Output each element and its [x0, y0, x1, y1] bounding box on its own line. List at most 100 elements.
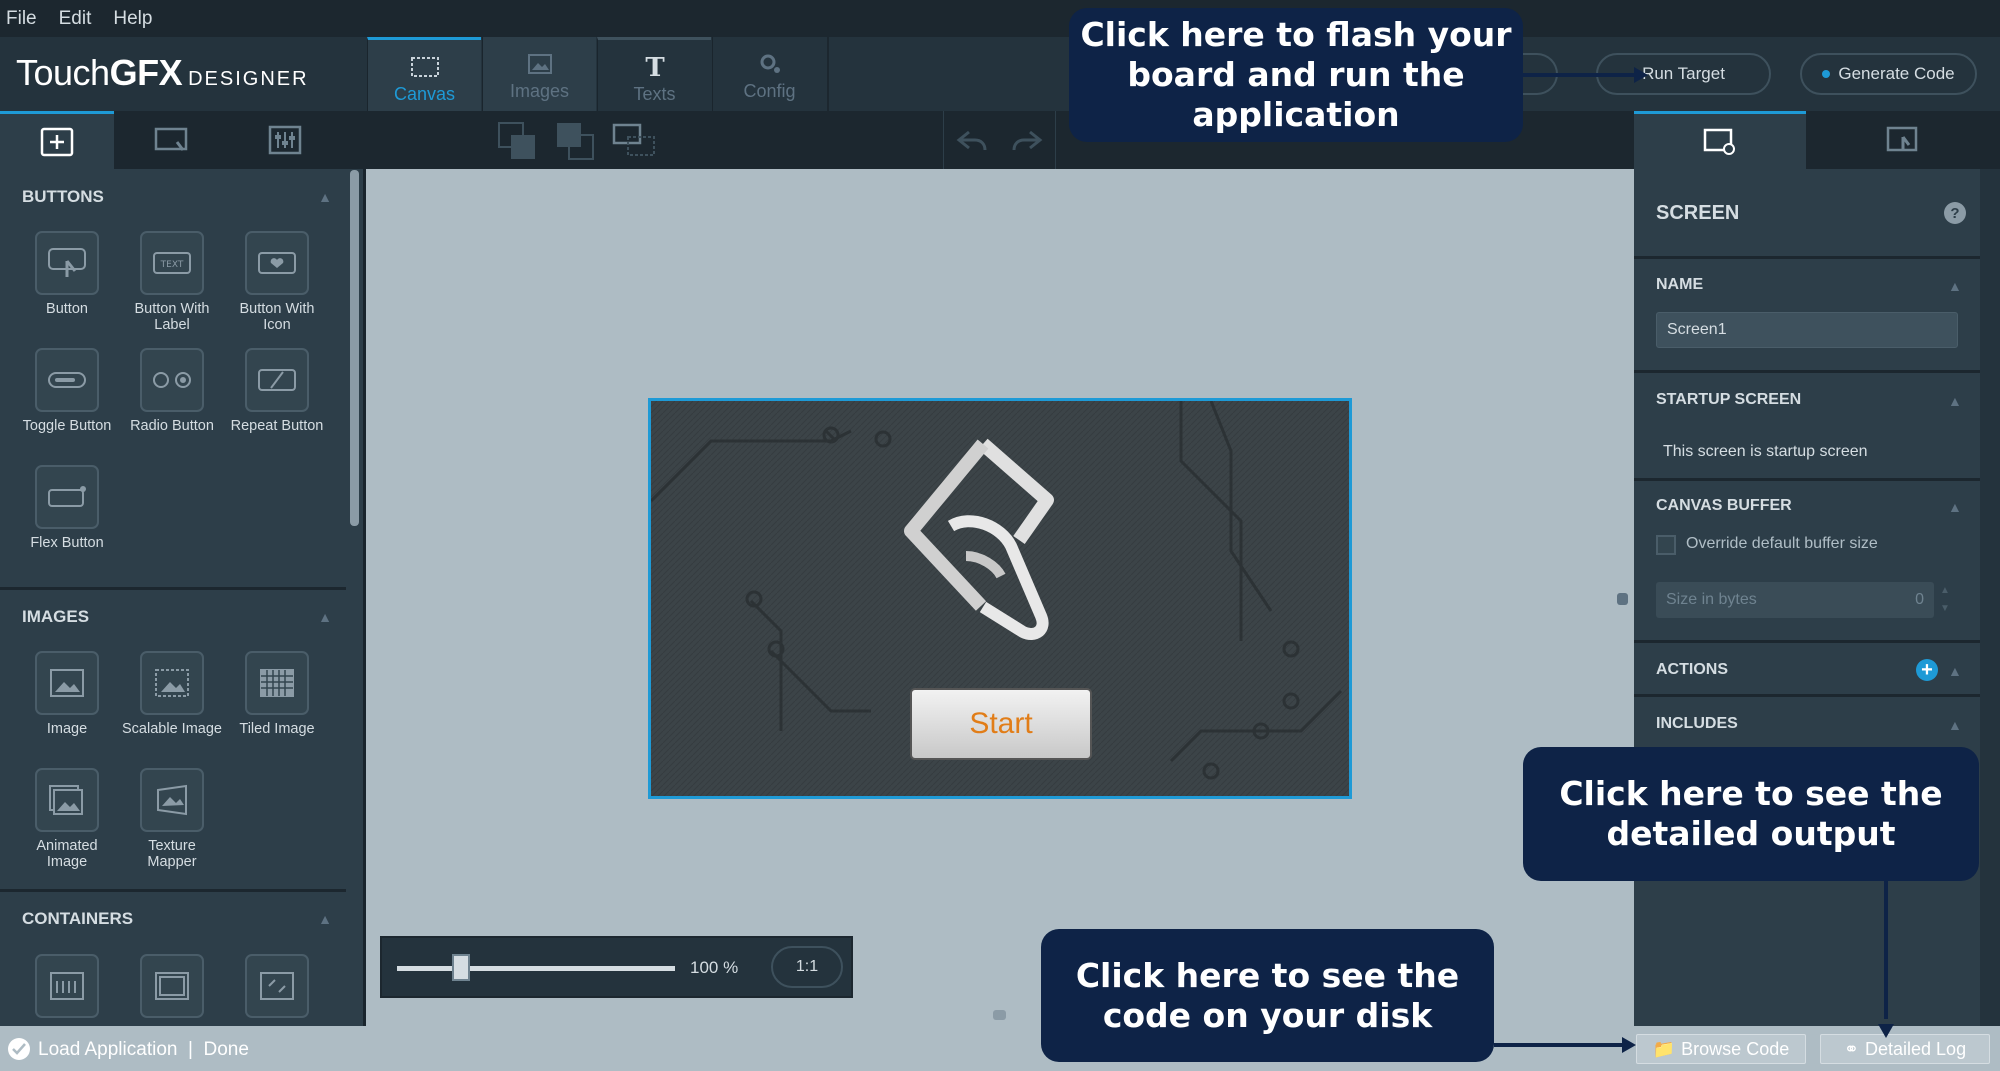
widget-repeat-button[interactable]: Repeat Button [227, 348, 327, 434]
divider [0, 587, 346, 590]
folder-icon: 📁 [1652, 1038, 1676, 1059]
check-icon [8, 1038, 30, 1060]
divider [1634, 478, 1980, 481]
scalable-image-icon [140, 651, 204, 715]
tab-label: Images [509, 81, 570, 101]
image-icon [35, 651, 99, 715]
svg-text:TEXT: TEXT [160, 260, 184, 270]
tab-canvas[interactable]: Canvas [367, 37, 481, 111]
add-widget-icon [40, 127, 74, 156]
section-images[interactable]: IMAGES ▲ [0, 597, 346, 637]
widget-scalable-image[interactable]: Scalable Image [122, 651, 222, 737]
arrow-head-icon [1878, 1024, 1894, 1038]
toggle-icon [35, 348, 99, 412]
redo-icon[interactable] [1010, 126, 1044, 159]
tab-images[interactable]: Images [482, 37, 596, 111]
widget-button[interactable]: Button [17, 231, 117, 317]
widget-toggle-button[interactable]: Toggle Button [17, 348, 117, 434]
menu-bar: File Edit Help [0, 0, 2000, 37]
widget-tiled-image[interactable]: Tiled Image [227, 651, 327, 737]
callout-output: Click here to see the detailed output [1523, 747, 1979, 881]
widget-panel: BUTTONS ▲ Button TEXT Button With Label B… [0, 169, 346, 1026]
tab-label: Canvas [393, 84, 456, 104]
animated-image-icon [35, 768, 99, 832]
detailed-log-button[interactable]: ⚭ Detailed Log [1820, 1034, 1990, 1064]
button-widget-icon [35, 231, 99, 295]
collapse-icon: ▲ [318, 911, 332, 927]
screen-name-input[interactable] [1656, 312, 1958, 348]
texture-mapper-icon [140, 768, 204, 832]
callout-arrow [1884, 881, 1888, 1019]
tab-divider [827, 37, 829, 111]
properties-scroll-track [1980, 169, 2000, 1026]
status-text: Load Application | Done [38, 1039, 249, 1060]
startup-screen-text: This screen is startup screen [1663, 443, 1868, 460]
add-action-icon[interactable]: + [1916, 659, 1938, 681]
widget-texture-mapper[interactable]: Texture Mapper [122, 768, 222, 870]
divider [0, 889, 346, 892]
menu-help[interactable]: Help [113, 8, 152, 30]
zoom-slider-thumb[interactable] [452, 954, 470, 981]
tab-texts[interactable]: T Texts [597, 37, 711, 111]
callout-code: Click here to see the code on your disk [1041, 929, 1494, 1062]
divider [1634, 256, 1980, 259]
sliders-icon [268, 125, 302, 155]
svg-text:T: T [645, 54, 665, 80]
arrow-head-icon [1622, 1037, 1636, 1053]
undo-icon[interactable] [955, 126, 989, 159]
widget-animated-image[interactable]: Animated Image [17, 768, 117, 870]
tab-add-widget[interactable] [0, 111, 114, 169]
collapse-icon: ▲ [318, 189, 332, 205]
tab-label: Config [743, 81, 796, 101]
tab-config[interactable]: Config [712, 37, 826, 111]
section-buttons[interactable]: BUTTONS ▲ [0, 177, 346, 217]
tab-interaction-properties[interactable] [1806, 111, 2000, 169]
start-button[interactable]: Start [910, 688, 1092, 760]
widget-button-with-label[interactable]: TEXT Button With Label [122, 231, 222, 333]
widget-container-2[interactable] [122, 954, 222, 1024]
zoom-percentage: 100 % [690, 958, 739, 977]
widget-panel-scrollbar[interactable] [350, 170, 359, 526]
tab-screen-properties[interactable] [1634, 111, 1806, 169]
widget-container-3[interactable] [227, 954, 327, 1024]
widget-radio-button[interactable]: Radio Button [122, 348, 222, 434]
section-containers[interactable]: CONTAINERS ▲ [0, 899, 346, 939]
menu-file[interactable]: File [6, 8, 37, 30]
send-to-back-icon[interactable] [555, 121, 597, 166]
help-icon[interactable]: ? [1944, 202, 1966, 224]
interaction-icon [154, 127, 188, 151]
zoom-reset-button[interactable]: 1:1 [771, 946, 843, 988]
widget-image[interactable]: Image [17, 651, 117, 737]
canvas-buffer-label: CANVAS BUFFER [1656, 497, 1792, 514]
canvas-icon [410, 57, 439, 77]
collapse-icon: ▲ [318, 609, 332, 625]
startup-screen-label: STARTUP SCREEN [1656, 391, 1802, 408]
override-buffer-checkbox[interactable] [1656, 535, 1676, 555]
tab-properties-tree[interactable] [228, 111, 342, 169]
generate-code-button[interactable]: Generate Code [1800, 53, 1977, 95]
zoom-slider-track[interactable] [397, 966, 675, 971]
text-button-icon: TEXT [140, 231, 204, 295]
swipe-container-icon [245, 954, 309, 1018]
status-dot-icon [1822, 70, 1831, 78]
canvas-handle[interactable] [1617, 593, 1628, 605]
texts-icon: T [645, 54, 665, 80]
widget-button-with-icon[interactable]: Button With Icon [227, 231, 327, 333]
size-stepper[interactable]: ▲ ▼ [1936, 582, 1954, 618]
heart-button-icon [245, 231, 309, 295]
repeat-icon [245, 348, 309, 412]
bring-to-front-icon[interactable] [497, 121, 539, 166]
canvas-handle[interactable] [993, 1010, 1006, 1020]
browse-code-button[interactable]: 📁 Browse Code [1636, 1034, 1806, 1064]
widget-flex-button[interactable]: Flex Button [17, 465, 117, 551]
properties-title: SCREEN [1656, 202, 1740, 224]
widget-container-1[interactable] [17, 954, 117, 1024]
tab-interactions[interactable] [114, 111, 228, 169]
actions-label: ACTIONS [1656, 661, 1728, 678]
callout-flash: Click here to flash your board and run t… [1069, 8, 1523, 142]
menu-edit[interactable]: Edit [59, 8, 92, 30]
config-icon [760, 54, 780, 73]
buffer-size-input[interactable]: Size in bytes 0 [1656, 582, 1934, 618]
override-buffer-label: Override default buffer size [1686, 535, 1878, 552]
arrange-icon[interactable] [612, 121, 658, 166]
